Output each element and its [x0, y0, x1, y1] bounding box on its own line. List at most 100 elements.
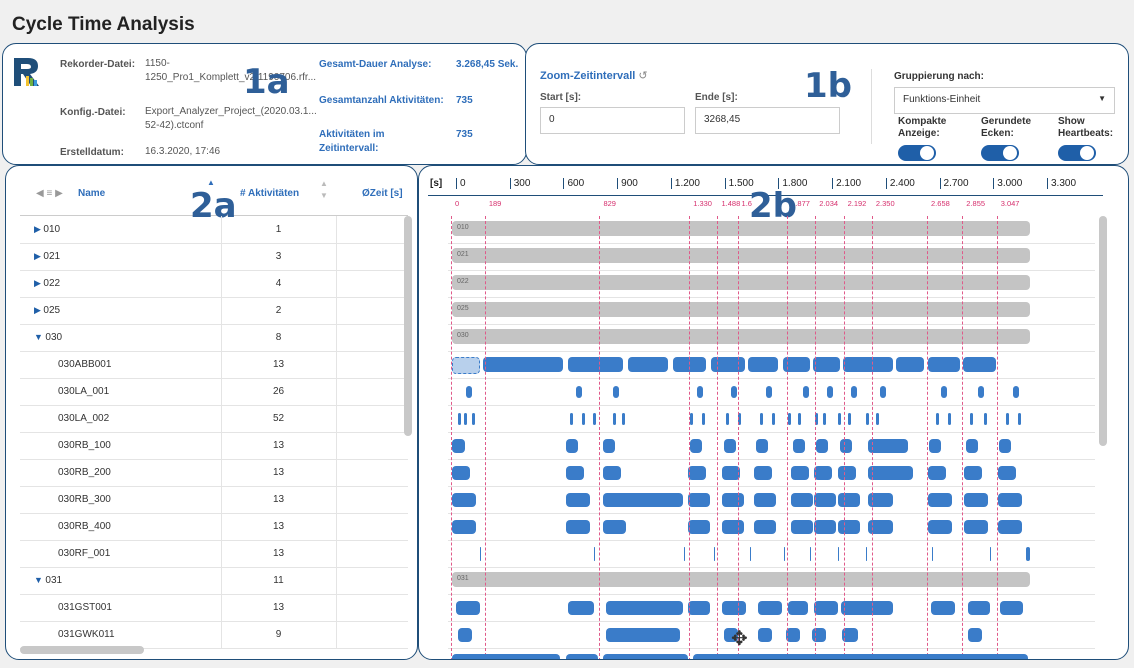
activity-segment[interactable] [791, 465, 809, 480]
activity-segment[interactable] [838, 492, 860, 507]
tree-row[interactable]: 030RB_300 13 [20, 486, 408, 514]
activity-segment[interactable] [803, 385, 809, 398]
activity-segment[interactable] [814, 492, 836, 507]
activity-segment[interactable] [838, 546, 839, 561]
activity-segment[interactable] [603, 465, 621, 480]
activity-segment[interactable] [814, 519, 836, 534]
tree-row[interactable]: 031GWK011 9 [20, 621, 408, 649]
activity-segment[interactable] [760, 412, 763, 425]
activity-segment[interactable] [851, 385, 857, 398]
activity-segment[interactable] [838, 412, 841, 425]
activity-segment[interactable] [931, 600, 955, 615]
activity-segment[interactable] [823, 412, 826, 425]
activity-segment[interactable] [568, 600, 594, 615]
activity-segment[interactable] [714, 546, 715, 561]
activity-segment[interactable] [613, 412, 616, 425]
activity-segment[interactable] [841, 600, 893, 615]
activity-segment[interactable] [722, 600, 746, 615]
activity-segment[interactable] [458, 627, 472, 642]
expand-triangle-icon[interactable]: ▶ [34, 251, 43, 261]
group-bar[interactable]: 031 [452, 572, 1030, 587]
activity-segment[interactable] [998, 492, 1022, 507]
activity-segment[interactable] [846, 627, 858, 642]
activity-segment[interactable] [990, 546, 991, 561]
grouping-select[interactable]: Funktions-Einheit ▼ [894, 87, 1115, 114]
activity-segment[interactable] [582, 412, 585, 425]
activity-segment[interactable] [1013, 385, 1019, 398]
activity-segment[interactable] [838, 465, 856, 480]
activity-segment[interactable] [1026, 546, 1030, 561]
tree-row[interactable]: ▶ 010 1 [20, 216, 408, 244]
activity-segment[interactable] [843, 357, 893, 372]
activity-segment[interactable] [848, 412, 851, 425]
timeline-scrollbar[interactable] [1099, 216, 1107, 446]
activity-segment[interactable] [798, 412, 801, 425]
activity-segment[interactable] [688, 600, 710, 615]
activity-segment[interactable] [688, 465, 706, 480]
end-input[interactable]: 3268,45 [695, 107, 840, 134]
activity-segment[interactable] [766, 385, 772, 398]
activity-segment[interactable] [791, 492, 813, 507]
activity-segment[interactable] [936, 412, 939, 425]
activity-segment[interactable] [984, 412, 987, 425]
col-count-header[interactable]: # Aktivitäten [240, 188, 299, 199]
tree-row[interactable]: 030RB_200 13 [20, 459, 408, 487]
activity-segment[interactable] [452, 492, 476, 507]
activity-segment[interactable] [566, 654, 598, 659]
column-menu-icon[interactable]: ◀ ≡ ▶ [36, 188, 63, 199]
activity-segment[interactable] [722, 519, 744, 534]
expand-triangle-icon[interactable]: ▶ [34, 278, 43, 288]
activity-segment[interactable] [814, 600, 838, 615]
activity-segment[interactable] [968, 627, 982, 642]
col-time-header[interactable]: ØZeit [s] [362, 188, 403, 199]
activity-segment[interactable] [1006, 412, 1009, 425]
activity-segment[interactable] [628, 357, 668, 372]
activity-segment[interactable] [880, 385, 886, 398]
tree-row[interactable]: ▶ 025 2 [20, 297, 408, 325]
activity-segment[interactable] [786, 627, 800, 642]
sort-down-icon[interactable]: ▲ ▼ [320, 178, 328, 202]
toggle-heartbeats[interactable] [1058, 145, 1096, 161]
activity-segment[interactable] [724, 438, 736, 453]
activity-segment[interactable] [606, 627, 680, 642]
activity-segment[interactable] [568, 357, 623, 372]
activity-segment[interactable] [966, 438, 978, 453]
activity-segment[interactable] [603, 438, 615, 453]
expand-triangle-icon[interactable]: ▶ [34, 224, 43, 234]
activity-segment[interactable] [452, 357, 480, 374]
activity-segment[interactable] [896, 357, 924, 372]
activity-segment[interactable] [998, 519, 1022, 534]
activity-segment[interactable] [772, 412, 775, 425]
activity-segment[interactable] [813, 357, 840, 372]
group-bar[interactable]: 030 [452, 329, 1030, 344]
activity-segment[interactable] [810, 546, 811, 561]
activity-segment[interactable] [978, 385, 984, 398]
activity-segment[interactable] [722, 492, 744, 507]
tree-row[interactable]: 031GST001 13 [20, 594, 408, 622]
activity-segment[interactable] [726, 412, 729, 425]
activity-segment[interactable] [480, 546, 481, 561]
tree-row[interactable]: ▼ 030 8 [20, 324, 408, 352]
activity-segment[interactable] [948, 412, 951, 425]
activity-segment[interactable] [929, 438, 941, 453]
activity-segment[interactable] [613, 385, 619, 398]
activity-segment[interactable] [784, 546, 785, 561]
activity-segment[interactable] [963, 357, 996, 372]
group-bar[interactable]: 025 [452, 302, 1030, 317]
activity-segment[interactable] [793, 438, 805, 453]
activity-segment[interactable] [688, 492, 710, 507]
activity-segment[interactable] [697, 385, 703, 398]
activity-segment[interactable] [758, 627, 772, 642]
activity-segment[interactable] [964, 465, 982, 480]
tree-row[interactable]: 030RF_001 13 [20, 540, 408, 568]
activity-segment[interactable] [788, 600, 808, 615]
vertical-scrollbar[interactable] [404, 216, 412, 436]
activity-segment[interactable] [452, 654, 560, 659]
activity-segment[interactable] [566, 492, 590, 507]
activity-segment[interactable] [452, 519, 476, 534]
activity-segment[interactable] [868, 465, 913, 480]
activity-segment[interactable] [788, 412, 791, 425]
activity-segment[interactable] [452, 465, 470, 480]
activity-segment[interactable] [928, 357, 960, 372]
activity-segment[interactable] [750, 546, 751, 561]
